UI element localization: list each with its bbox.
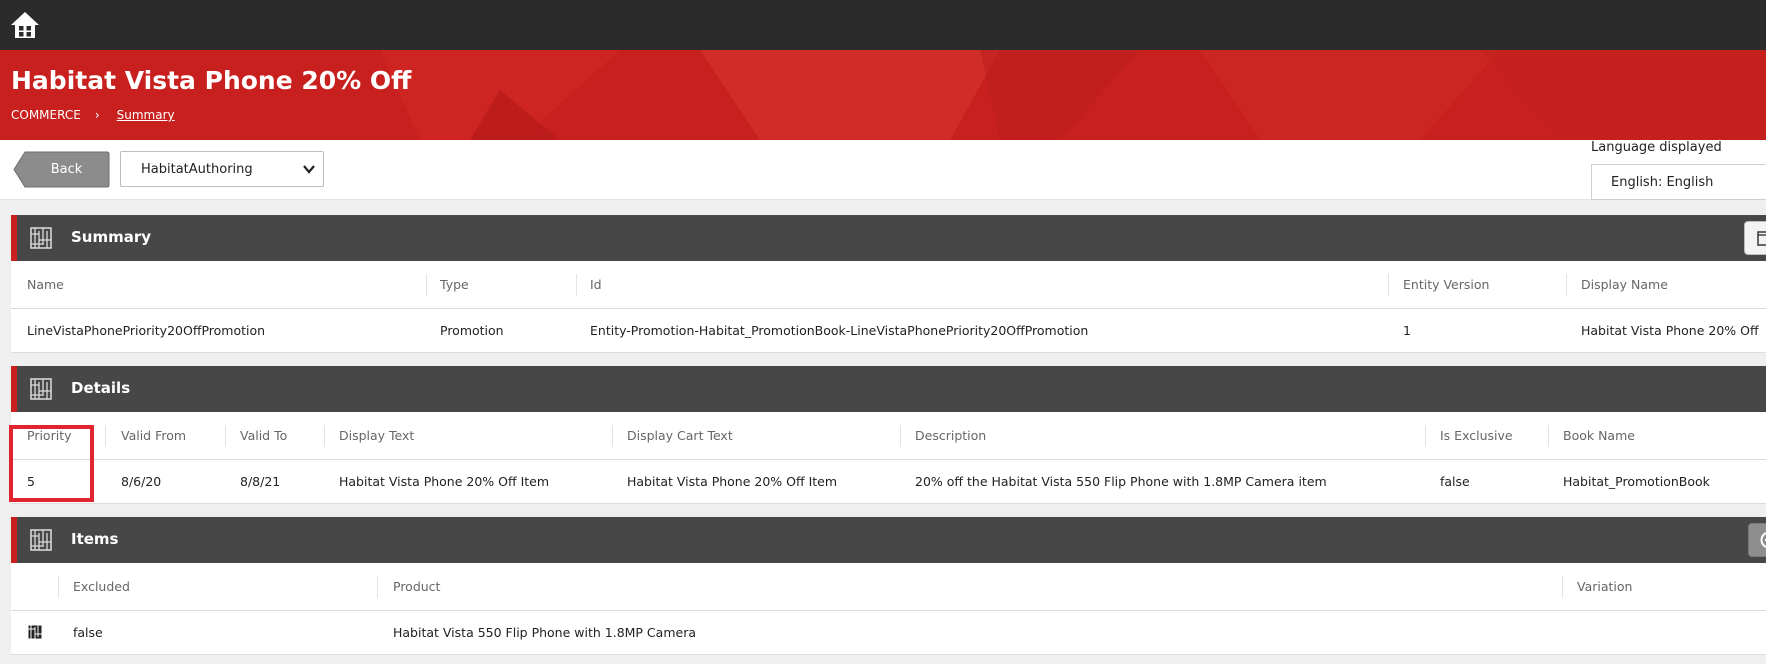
language-label: Language displayed bbox=[1591, 140, 1722, 155]
page-header-banner: Habitat Vista Phone 20% Off COMMERCE › Sum… bbox=[0, 50, 1766, 140]
type-cell: Promotion bbox=[440, 323, 504, 338]
collapse-button[interactable] bbox=[1744, 221, 1766, 255]
items-panel: Items Excluded Product Variation false H… bbox=[11, 517, 1766, 655]
column-header[interactable]: Type bbox=[440, 277, 469, 292]
summary-header-row: Name Type Id Entity Version Display Name bbox=[11, 261, 1766, 309]
back-button-label: Back bbox=[50, 162, 83, 177]
back-button[interactable]: Back bbox=[13, 151, 110, 188]
environment-select-value: HabitatAuthoring bbox=[141, 162, 253, 177]
column-header[interactable]: Book Name bbox=[1563, 428, 1635, 443]
items-header-row: Excluded Product Variation bbox=[11, 563, 1766, 611]
details-panel-header: Details bbox=[11, 366, 1766, 412]
id-cell: Entity-Promotion-Habitat_PromotionBook-L… bbox=[590, 323, 1089, 338]
name-cell: LineVistaPhonePriority20OffPromotion bbox=[27, 323, 266, 338]
is-exclusive-cell: false bbox=[1440, 474, 1470, 489]
column-header[interactable]: Display Text bbox=[339, 428, 414, 443]
details-header-row: Priority Valid From Valid To Display Tex… bbox=[11, 412, 1766, 460]
summary-panel: Summary Name Type Id Entity Version Disp… bbox=[11, 215, 1766, 353]
language-select-value: English: English bbox=[1611, 175, 1714, 190]
priority-cell: 5 bbox=[27, 474, 35, 489]
details-panel-title: Details bbox=[71, 379, 131, 397]
entity-version-cell: 1 bbox=[1403, 323, 1411, 338]
table-row[interactable]: LineVistaPhonePriority20OffPromotion Pro… bbox=[11, 309, 1766, 352]
breadcrumb-summary[interactable]: Summary bbox=[117, 108, 175, 122]
column-header[interactable]: Priority bbox=[27, 428, 72, 443]
page-title: Habitat Vista Phone 20% Off bbox=[11, 66, 412, 95]
product-cell: Habitat Vista 550 Flip Phone with 1.8MP … bbox=[393, 625, 696, 640]
column-header[interactable]: Id bbox=[590, 277, 602, 292]
column-header[interactable]: Entity Version bbox=[1403, 277, 1489, 292]
display-cart-text-cell: Habitat Vista Phone 20% Off Item bbox=[627, 474, 838, 489]
table-row[interactable]: 5 8/6/20 8/8/21 Habitat Vista Phone 20% … bbox=[11, 460, 1766, 503]
display-name-cell: Habitat Vista Phone 20% Off bbox=[1581, 323, 1759, 338]
top-bar bbox=[0, 0, 1766, 50]
entity-grid-icon bbox=[30, 378, 52, 400]
items-panel-title: Items bbox=[71, 530, 119, 548]
column-header[interactable]: Excluded bbox=[73, 579, 130, 594]
environment-select[interactable]: HabitatAuthoring bbox=[120, 151, 324, 187]
summary-panel-header: Summary bbox=[11, 215, 1766, 261]
column-header[interactable]: Valid To bbox=[240, 428, 287, 443]
column-header[interactable]: Description bbox=[915, 428, 986, 443]
language-select[interactable]: English: English bbox=[1591, 164, 1766, 200]
column-header[interactable]: Variation bbox=[1577, 579, 1632, 594]
summary-panel-title: Summary bbox=[71, 228, 152, 246]
column-header[interactable]: Display Name bbox=[1581, 277, 1668, 292]
chevron-down-icon bbox=[303, 165, 315, 174]
book-name-cell: Habitat_PromotionBook bbox=[1563, 474, 1710, 489]
breadcrumb: COMMERCE › Summary bbox=[11, 108, 175, 122]
breadcrumb-separator: › bbox=[94, 108, 100, 122]
column-header[interactable]: Name bbox=[27, 277, 64, 292]
table-row[interactable]: false Habitat Vista 550 Flip Phone with … bbox=[11, 611, 1766, 654]
valid-to-cell: 8/8/21 bbox=[240, 474, 281, 489]
valid-from-cell: 8/6/20 bbox=[121, 474, 162, 489]
add-item-button[interactable] bbox=[1748, 523, 1766, 557]
column-header[interactable]: Is Exclusive bbox=[1440, 428, 1513, 443]
column-header[interactable]: Valid From bbox=[121, 428, 186, 443]
toolbar: Back HabitatAuthoring Language displayed… bbox=[0, 140, 1766, 200]
plus-circle-icon bbox=[1760, 532, 1766, 548]
column-header[interactable]: Display Cart Text bbox=[627, 428, 733, 443]
entity-grid-icon bbox=[30, 529, 52, 551]
item-grid-icon[interactable] bbox=[28, 625, 42, 639]
details-panel: Details Priority Valid From Valid To Dis… bbox=[11, 366, 1766, 504]
display-text-cell: Habitat Vista Phone 20% Off Item bbox=[339, 474, 550, 489]
home-icon[interactable] bbox=[10, 10, 40, 40]
excluded-cell: false bbox=[73, 625, 103, 640]
banner-pattern bbox=[380, 50, 1766, 140]
items-panel-header: Items bbox=[11, 517, 1766, 563]
window-icon bbox=[1757, 231, 1766, 246]
column-header[interactable]: Product bbox=[393, 579, 440, 594]
breadcrumb-commerce[interactable]: COMMERCE bbox=[11, 108, 81, 122]
description-cell: 20% off the Habitat Vista 550 Flip Phone… bbox=[915, 474, 1327, 489]
entity-grid-icon bbox=[30, 227, 52, 249]
